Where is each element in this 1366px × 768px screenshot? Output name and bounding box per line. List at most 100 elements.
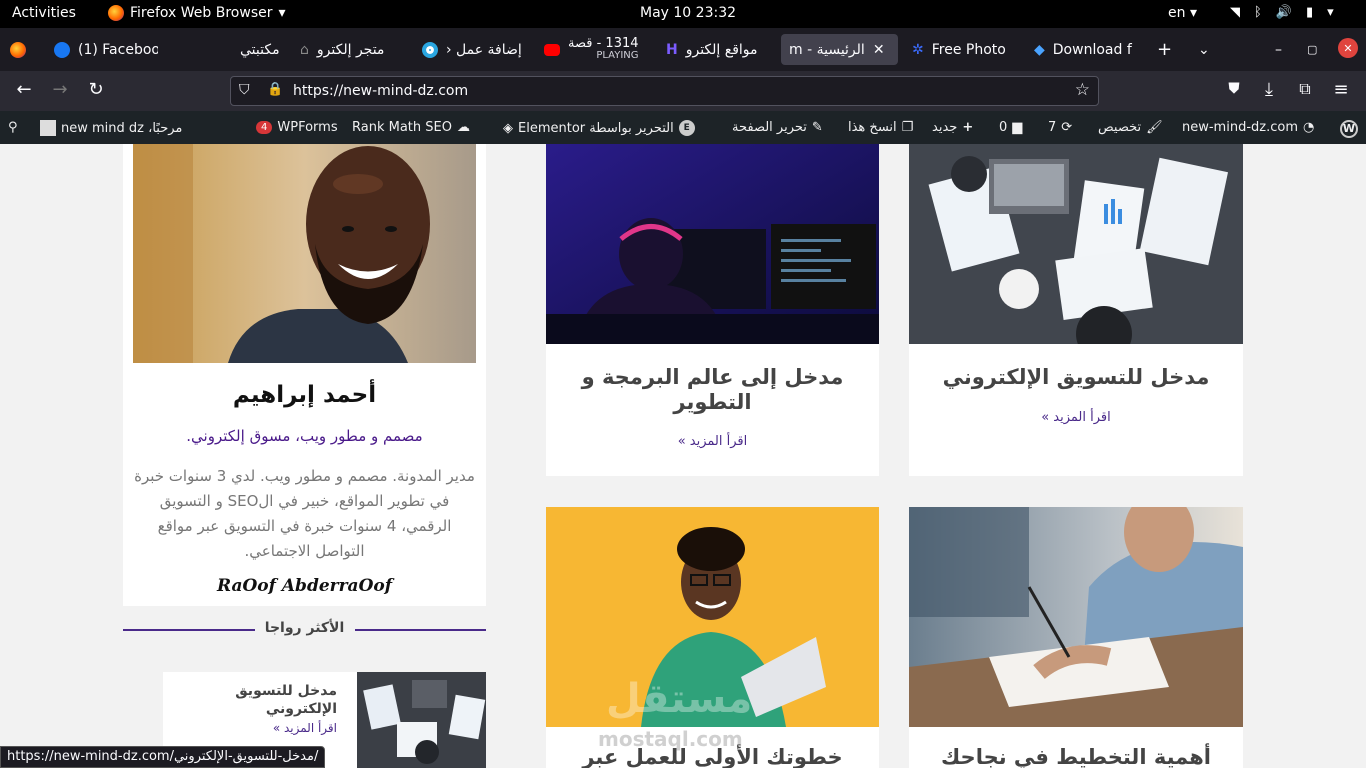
shield-icon[interactable]: ⛉	[239, 82, 250, 98]
system-top-bar: Activities Firefox Web Browser ▾ May 10 …	[0, 0, 1366, 28]
post-title-marketing[interactable]: مدخل للتسويق الإلكتروني	[929, 365, 1223, 390]
maximize-button[interactable]: ▢	[1307, 34, 1317, 65]
elementor-edit[interactable]: ◈ التحرير بواسطة Elementor E	[503, 120, 695, 136]
post-card-programming: مدخل إلى عالم البرمجة و التطوير اقرأ الم…	[546, 144, 879, 476]
post-title-programming[interactable]: مدخل إلى عالم البرمجة و التطوير	[566, 365, 859, 415]
customize-link[interactable]: تخصيص 🖌	[1098, 120, 1163, 135]
rankmath-menu[interactable]: Rank Math SEO ☁	[352, 120, 470, 135]
menu-button[interactable]: ≡	[1329, 79, 1353, 100]
plus-icon: +	[962, 120, 974, 135]
battery-icon: ▮	[1306, 5, 1314, 20]
post-thumbnail-planning[interactable]	[909, 507, 1243, 727]
account-menu[interactable]: مرحبًا، new mind dz	[40, 120, 182, 136]
comment-icon: ▆	[1012, 120, 1023, 135]
maximize-icon: ▢	[1307, 43, 1318, 56]
tab-youtube[interactable]: 1314 - قصة PLAYING	[544, 34, 650, 65]
activities-button[interactable]: Activities	[12, 5, 76, 21]
list-all-tabs-button[interactable]: ⌄	[1198, 34, 1210, 65]
wp-admin-bar: ⚲ مرحبًا، new mind dz 4 WPForms Rank Mat…	[0, 111, 1366, 144]
search-button[interactable]: ⚲	[8, 120, 18, 135]
system-tray[interactable]: ◥ ᛒ 🔊 ▮ ▾	[1230, 5, 1334, 20]
post-thumbnail-marketing[interactable]	[909, 144, 1243, 344]
greeting-label: مرحبًا، new mind dz	[61, 120, 183, 136]
read-more-marketing[interactable]: اقرأ المزيد »	[909, 410, 1243, 425]
new-tab-button[interactable]: +	[1157, 34, 1172, 65]
close-icon[interactable]: ✕	[873, 42, 885, 58]
hamburger-icon: ≡	[1333, 79, 1349, 100]
watermark: mostaql.com	[598, 727, 743, 751]
page-content: أحمد إبراهيم مصمم و مطور ويب، مسوق إلكتر…	[0, 144, 1366, 768]
link-status-bar: https://new-mind-dz.com/مدخل-للتسويق-الإ…	[0, 746, 326, 768]
post-thumbnail-freelance[interactable]: مستقل	[546, 507, 879, 727]
plus-icon: +	[1157, 39, 1173, 60]
chevron-down-icon: ▾	[1327, 5, 1334, 20]
tab-home-active[interactable]: الرئيسية - m ✕	[781, 34, 898, 65]
comments-count: 0	[999, 120, 1008, 135]
url-text[interactable]: https://new-mind-dz.com	[293, 83, 468, 99]
download-icon: ⤓	[1265, 79, 1273, 100]
author-signature: RaOof AbderraOof	[216, 576, 393, 596]
updates-link[interactable]: 7 ⟳	[1048, 120, 1072, 135]
popular-post-thumbnail[interactable]	[357, 672, 486, 768]
popular-post-read-more[interactable]: اقرأ المزيد »	[273, 721, 337, 735]
tab-store[interactable]: ⌂ متجر إلكترو	[300, 34, 404, 65]
wp-logo-menu[interactable]: W	[1340, 120, 1358, 138]
copy-page-link[interactable]: انسخ هذا ❐	[848, 120, 913, 135]
arrow-right-icon: →	[52, 79, 68, 100]
dashboard-icon: ◔	[1303, 120, 1315, 135]
rankmath-label: Rank Math SEO	[352, 120, 452, 135]
tab-label-group: 1314 - قصة PLAYING	[568, 37, 639, 62]
firefox-icon	[10, 41, 26, 58]
minimize-button[interactable]: –	[1275, 34, 1282, 65]
site-name-label: new-mind-dz.com	[1182, 120, 1298, 135]
edit-page-link[interactable]: تحرير الصفحة ✎	[732, 120, 823, 135]
pocket-button[interactable]: ⛊	[1222, 79, 1246, 97]
rankmath-icon: ☁	[456, 120, 470, 135]
volume-icon: 🔊	[1275, 5, 1292, 20]
app-menu[interactable]: Firefox Web Browser ▾	[108, 5, 286, 21]
bluetooth-icon: ᛒ	[1254, 5, 1262, 20]
site-name-menu[interactable]: new-mind-dz.com ◔	[1182, 120, 1314, 135]
popular-heading-label: الأكثر رواجا	[264, 620, 345, 636]
post-thumbnail-programming[interactable]	[546, 144, 879, 344]
wpforms-count-badge: 4	[256, 121, 273, 134]
tab-add-work[interactable]: إضافة عمل ‹	[422, 34, 526, 65]
firefox-view-button[interactable]	[10, 34, 26, 65]
lock-icon[interactable]: 🔒	[267, 82, 283, 97]
reload-button[interactable]: ↻	[84, 79, 108, 100]
downloads-button[interactable]: ⤓	[1257, 79, 1281, 100]
popular-post-title[interactable]: مدخل للتسويق الإلكتروني	[197, 682, 337, 718]
read-more-programming[interactable]: اقرأ المزيد »	[546, 434, 879, 449]
h-icon: H	[666, 41, 678, 58]
edit-page-label: تحرير الصفحة	[732, 120, 807, 135]
wpforms-label: WPForms	[277, 120, 338, 135]
new-label: جديد	[932, 120, 958, 135]
wifi-icon: ◥	[1230, 5, 1240, 20]
tab-facebook[interactable]: (1) Faceboo	[54, 34, 158, 65]
extensions-button[interactable]: ⧉	[1293, 79, 1317, 99]
input-language[interactable]: en ▾	[1168, 5, 1197, 21]
post-card-marketing: مدخل للتسويق الإلكتروني اقرأ المزيد »	[909, 144, 1243, 476]
store-icon: ⌂	[300, 41, 309, 58]
close-window-button[interactable]: ✕	[1338, 38, 1358, 58]
photo-icon: ✲	[912, 41, 924, 58]
bookmark-star-icon[interactable]: ☆	[1075, 80, 1090, 100]
tab-label: (1) Faceboo	[78, 41, 158, 58]
back-button[interactable]: ←	[12, 79, 36, 100]
elementor-icon: E	[678, 120, 695, 136]
author-photo	[133, 144, 476, 363]
comments-link[interactable]: 0 ▆	[999, 120, 1022, 135]
reload-icon: ↻	[88, 79, 104, 100]
wpforms-menu[interactable]: 4 WPForms	[256, 120, 338, 135]
post-title-planning[interactable]: أهمية التخطيط في نجاحك في	[929, 745, 1223, 768]
forward-button[interactable]: →	[48, 79, 72, 100]
clock[interactable]: May 10 23:32	[640, 5, 736, 21]
tab-library[interactable]: مكتبتي	[240, 34, 282, 65]
tab-free-photo[interactable]: ✲ Free Photo	[912, 34, 1018, 65]
url-bar[interactable]: ⛉ 🔒 https://new-mind-dz.com ☆	[230, 76, 1099, 106]
heading-divider-right	[355, 629, 486, 631]
tab-label: مكتبتي	[240, 41, 280, 58]
tab-download[interactable]: ◆ Download f	[1034, 34, 1140, 65]
tab-websites[interactable]: H مواقع إلكترو	[666, 34, 772, 65]
new-content-menu[interactable]: جديد +	[932, 120, 973, 135]
